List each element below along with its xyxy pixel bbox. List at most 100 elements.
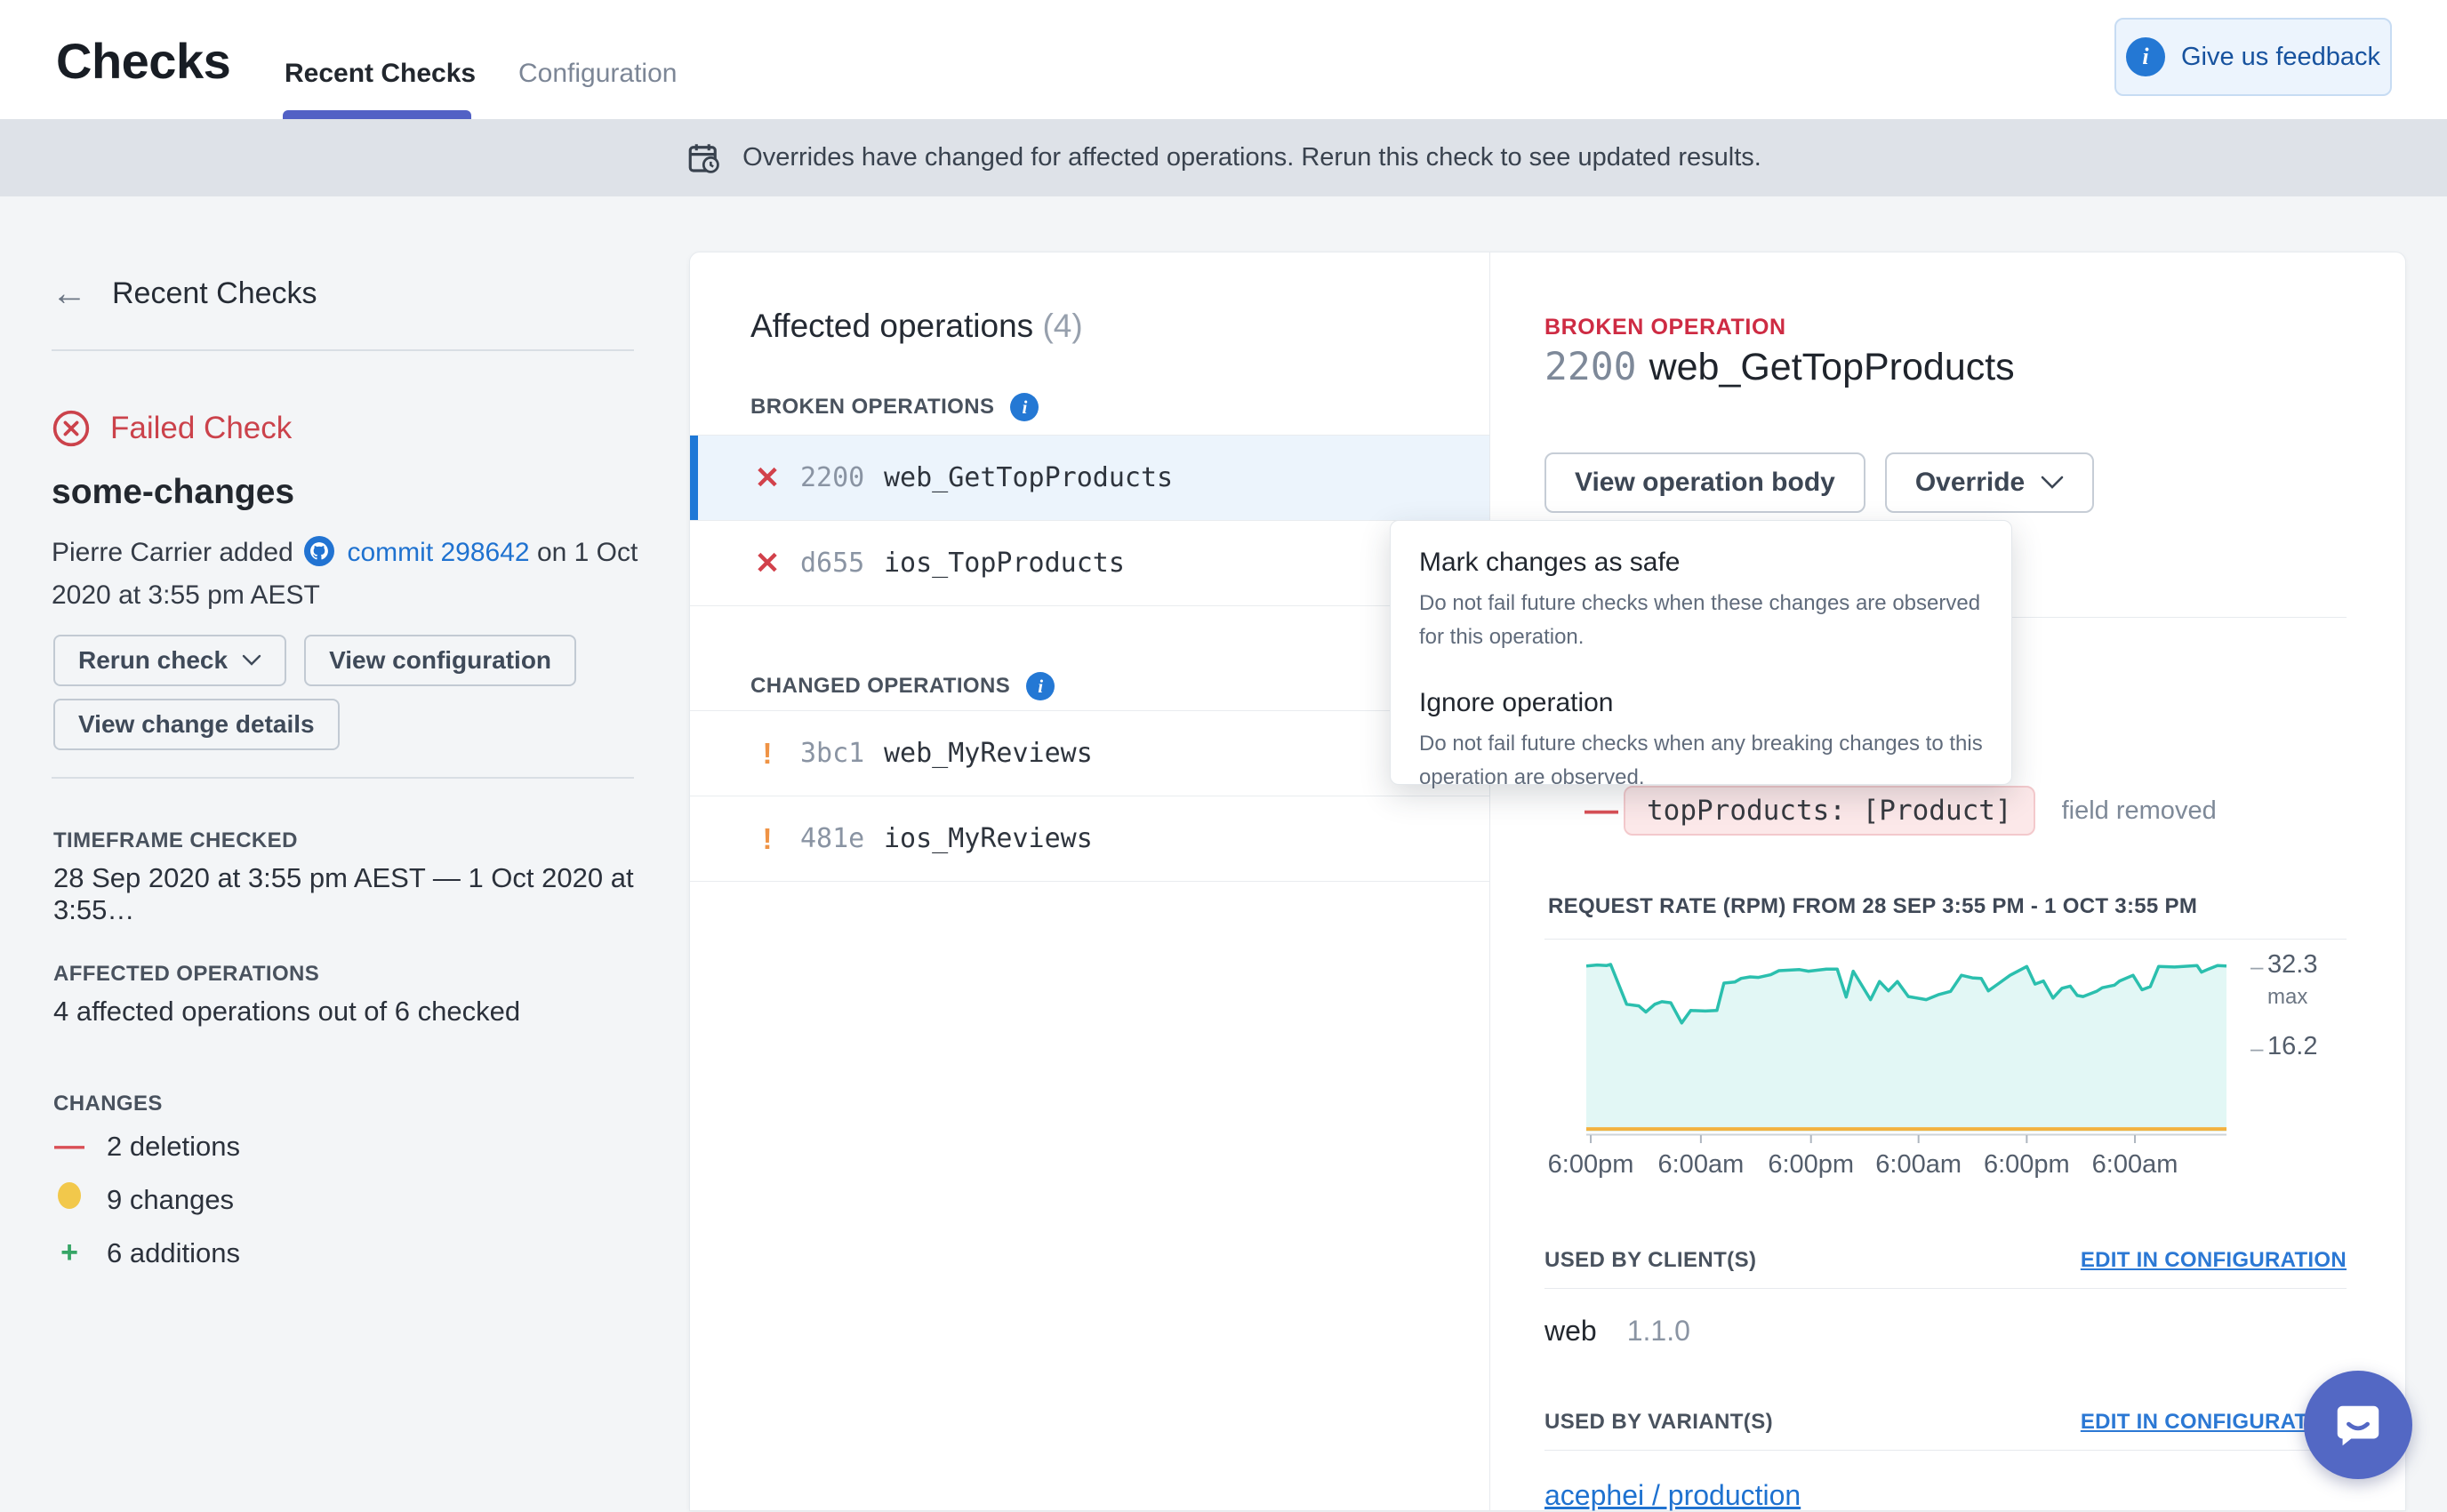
x-tick-label: 6:00pm: [1973, 1150, 2080, 1180]
used-by-variants-label: USED BY VARIANT(S): [1544, 1410, 1773, 1435]
y-axis-max-sublabel: max: [2267, 985, 2307, 1010]
affected-operations-label: AFFECTED OPERATIONS: [53, 962, 319, 987]
tab-recent-checks[interactable]: Recent Checks: [285, 59, 476, 89]
rerun-check-button[interactable]: Rerun check: [53, 635, 286, 686]
override-notification-banner: Overrides have changed for affected oper…: [0, 119, 2447, 196]
operation-name: web_MyReviews: [884, 738, 1093, 769]
changed-bang-icon: !: [750, 737, 785, 771]
menu-item-description: Do not fail future checks when these cha…: [1419, 587, 1985, 654]
operation-row-ios-topproducts[interactable]: ✕ d655 ios_TopProducts: [690, 521, 1489, 606]
client-name: web: [1544, 1315, 1597, 1347]
broken-operations-label: BROKEN OPERATIONS: [750, 395, 994, 420]
back-arrow-icon: ←: [52, 274, 87, 313]
broken-operations-list: ✕ 2200 web_GetTopProducts ✕ d655 ios_Top…: [690, 435, 1489, 606]
override-dropdown-menu: Mark changes as safe Do not fail future …: [1390, 520, 2012, 785]
affected-operations-title-text: Affected operations: [750, 308, 1033, 344]
operation-id: 3bc1: [800, 738, 864, 769]
x-tick-label: 6:00am: [1648, 1150, 1754, 1180]
x-tick-label: 6:00am: [1865, 1150, 1972, 1180]
operation-name: ios_MyReviews: [884, 823, 1093, 854]
view-configuration-label: View configuration: [329, 646, 551, 675]
selected-row-indicator: [690, 436, 698, 520]
rerun-check-label: Rerun check: [78, 646, 228, 675]
view-configuration-button[interactable]: View configuration: [304, 635, 576, 686]
client-entry: web1.1.0: [1544, 1315, 1690, 1348]
chat-launcher-button[interactable]: [2304, 1371, 2412, 1479]
affected-operations-title: Affected operations (4): [750, 308, 1083, 345]
request-rate-chart: – 32.3 max – 16.2 6:00pm 6:00am 6:00pm 6…: [1544, 946, 2347, 1195]
info-icon: i: [2126, 37, 2165, 76]
calendar-clock-icon: [686, 140, 723, 177]
changes-deletions: — 2 deletions: [53, 1129, 240, 1164]
x-tick-label: 6:00am: [2082, 1150, 2188, 1180]
operation-id: 2200: [800, 462, 864, 493]
changes-additions: + 6 additions: [53, 1236, 240, 1270]
page-title: Checks: [56, 32, 230, 90]
menu-item-description: Do not fail future checks when any break…: [1419, 727, 1985, 795]
github-icon: [304, 536, 334, 566]
tab-configuration[interactable]: Configuration: [518, 59, 677, 89]
give-feedback-button[interactable]: i Give us feedback: [2114, 18, 2392, 96]
changes-label: CHANGES: [53, 1092, 163, 1116]
active-tab-indicator: [283, 110, 471, 119]
changed-operations-list: ! 3bc1 web_MyReviews ! 481e ios_MyReview…: [690, 710, 1489, 882]
deletion-icon: —: [53, 1129, 85, 1164]
operation-row-web-myreviews[interactable]: ! 3bc1 web_MyReviews: [690, 711, 1489, 796]
notification-message: Overrides have changed for affected oper…: [742, 143, 1761, 172]
override-button[interactable]: Override: [1885, 452, 2094, 513]
operation-id: 481e: [800, 823, 864, 854]
operation-detail-panel: BROKEN OPERATION 2200web_GetTopProducts …: [1544, 252, 2347, 1512]
operation-name: ios_TopProducts: [884, 548, 1125, 579]
menu-item-ignore-operation[interactable]: Ignore operation Do not fail future chec…: [1419, 688, 1983, 795]
operation-id: d655: [800, 548, 864, 579]
operation-name: web_GetTopProducts: [884, 462, 1173, 493]
commit-author-text: Pierre Carrier added: [52, 538, 293, 567]
app-header: Checks Recent Checks Configuration i Giv…: [0, 0, 2447, 119]
additions-text: 6 additions: [107, 1237, 240, 1269]
info-icon[interactable]: i: [1010, 393, 1039, 421]
menu-item-title: Mark changes as safe: [1419, 548, 1983, 578]
commit-link[interactable]: commit 298642: [347, 538, 529, 567]
operation-heading-name: web_GetTopProducts: [1649, 346, 2015, 388]
edit-clients-configuration-link[interactable]: EDIT IN CONFIGURATION: [2081, 1248, 2347, 1273]
timeframe-label: TIMEFRAME CHECKED: [53, 828, 298, 853]
detail-divider: [1544, 939, 2347, 940]
change-icon: [53, 1182, 85, 1217]
view-change-details-button[interactable]: View change details: [53, 699, 340, 750]
status-label: Failed Check: [110, 411, 292, 446]
feedback-button-label: Give us feedback: [2181, 43, 2380, 72]
removed-field-icon: —: [1585, 792, 1617, 830]
operation-row-web-gettopproducts[interactable]: ✕ 2200 web_GetTopProducts: [690, 436, 1489, 521]
broken-x-icon: ✕: [750, 460, 785, 496]
request-rate-chart-title: REQUEST RATE (RPM) FROM 28 SEP 3:55 PM -…: [1548, 894, 2197, 919]
y-axis-dash: –: [2250, 1035, 2263, 1062]
variant-link[interactable]: acephei / production: [1544, 1479, 1801, 1512]
view-change-details-label: View change details: [78, 710, 315, 739]
changed-operations-label: CHANGED OPERATIONS: [750, 674, 1010, 699]
used-by-clients-label: USED BY CLIENT(S): [1544, 1248, 1756, 1273]
check-details-card: Affected operations (4) BROKEN OPERATION…: [689, 252, 2406, 1511]
operation-heading-id: 2200: [1544, 345, 1637, 389]
affected-operations-count: (4): [1042, 308, 1082, 344]
back-to-recent-checks[interactable]: ← Recent Checks: [52, 274, 317, 313]
info-icon[interactable]: i: [1026, 672, 1055, 700]
panel-divider: [1489, 252, 1490, 1510]
override-label: Override: [1915, 468, 2025, 498]
chevron-down-icon: [242, 654, 261, 667]
broken-x-icon: ✕: [750, 546, 785, 581]
commit-description: Pierre Carrier added commit 298642 on 1 …: [52, 532, 642, 617]
detail-divider: [1544, 1288, 2347, 1289]
addition-icon: +: [53, 1236, 85, 1270]
y-axis-dash: –: [2250, 953, 2263, 980]
changes-text: 9 changes: [107, 1184, 234, 1216]
view-operation-body-button[interactable]: View operation body: [1544, 452, 1865, 513]
operation-row-ios-myreviews[interactable]: ! 481e ios_MyReviews: [690, 796, 1489, 882]
menu-item-title: Ignore operation: [1419, 688, 1983, 718]
chat-smile-icon: [2331, 1397, 2386, 1452]
detail-divider: [1544, 1450, 2347, 1451]
changes-changed: 9 changes: [53, 1182, 234, 1217]
operation-heading: 2200 web_GetTopProducts: [1544, 345, 2015, 389]
view-operation-body-label: View operation body: [1575, 468, 1835, 498]
menu-item-mark-changes-safe[interactable]: Mark changes as safe Do not fail future …: [1419, 548, 1983, 654]
request-rate-plot: [1586, 963, 2226, 1146]
